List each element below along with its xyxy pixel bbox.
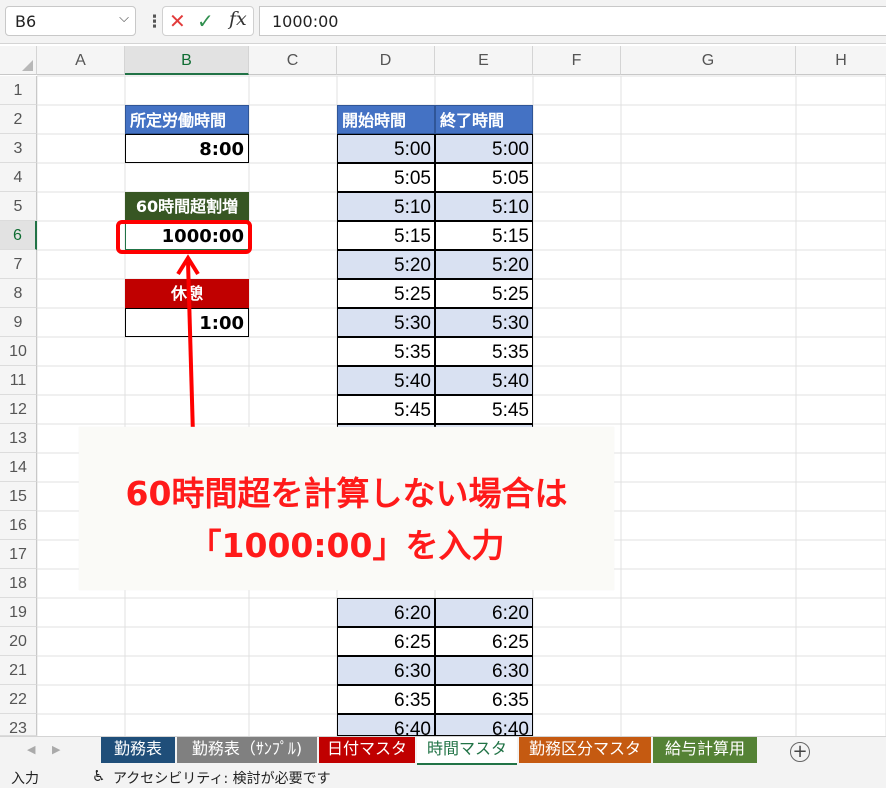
- row-header-18[interactable]: 18: [0, 569, 37, 598]
- row-header-21[interactable]: 21: [0, 656, 37, 685]
- row-header-2[interactable]: 2: [0, 105, 37, 134]
- sheet-tab-bar: ◀ ▶ 勤務表 勤務表（ｻﾝﾌﾟﾙ) 日付マスタ 時間マスタ 勤務区分マスタ 給…: [0, 736, 886, 766]
- row-header-19[interactable]: 19: [0, 598, 37, 627]
- row-header-6[interactable]: 6: [0, 221, 37, 250]
- callout-line1: 60時間超を計算しない場合は: [125, 474, 568, 513]
- row-header-11[interactable]: 11: [0, 366, 37, 395]
- row-header-4[interactable]: 4: [0, 163, 37, 192]
- start-time-cell[interactable]: 5:35: [337, 337, 435, 366]
- cell-b5[interactable]: 60時間超割増: [125, 192, 249, 221]
- status-bar: 入力 ♿︎ アクセシビリティ: 検討が必要です: [0, 766, 886, 788]
- start-time-cell[interactable]: 5:15: [337, 221, 435, 250]
- row-header-20[interactable]: 20: [0, 627, 37, 656]
- row-header-15[interactable]: 15: [0, 482, 37, 511]
- next-sheet-icon[interactable]: ▶: [52, 743, 60, 756]
- sheet-tab-kinmu-sample[interactable]: 勤務表（ｻﾝﾌﾟﾙ): [177, 737, 317, 763]
- end-time-cell[interactable]: 5:00: [435, 134, 533, 163]
- row-header-16[interactable]: 16: [0, 511, 37, 540]
- row-header-8[interactable]: 8: [0, 279, 37, 308]
- start-time-cell[interactable]: 6:40: [337, 714, 435, 736]
- sheet-tab-kinmu[interactable]: 勤務表: [101, 737, 175, 763]
- end-time-cell[interactable]: 5:35: [435, 337, 533, 366]
- row-header-7[interactable]: 7: [0, 250, 37, 279]
- end-time-cell[interactable]: 5:10: [435, 192, 533, 221]
- callout-box: 60時間超を計算しない場合は 「1000:00」を入力: [79, 427, 614, 590]
- row-header-5[interactable]: 5: [0, 192, 37, 221]
- end-time-cell[interactable]: 6:30: [435, 656, 533, 685]
- row-header-10[interactable]: 10: [0, 337, 37, 366]
- sheet-tab-work-type-master[interactable]: 勤務区分マスタ: [519, 737, 651, 763]
- end-time-cell[interactable]: 5:05: [435, 163, 533, 192]
- sheet-tab-date-master[interactable]: 日付マスタ: [319, 737, 415, 763]
- start-time-cell[interactable]: 5:10: [337, 192, 435, 221]
- row-header-1[interactable]: 1: [0, 76, 37, 105]
- highlight-box: [116, 220, 252, 254]
- start-time-cell[interactable]: 5:05: [337, 163, 435, 192]
- end-time-cell[interactable]: 6:35: [435, 685, 533, 714]
- cell-b3[interactable]: 8:00: [125, 134, 249, 163]
- start-time-cell[interactable]: 5:30: [337, 308, 435, 337]
- start-time-cell[interactable]: 5:00: [337, 134, 435, 163]
- end-time-cell[interactable]: 5:25: [435, 279, 533, 308]
- row-header-9[interactable]: 9: [0, 308, 37, 337]
- start-time-cell[interactable]: 5:25: [337, 279, 435, 308]
- cell-d2[interactable]: 開始時間: [337, 105, 435, 134]
- start-time-cell[interactable]: 6:25: [337, 627, 435, 656]
- end-time-cell[interactable]: 6:20: [435, 598, 533, 627]
- sheet-tab-payroll[interactable]: 給与計算用: [653, 737, 757, 763]
- start-time-cell[interactable]: 6:30: [337, 656, 435, 685]
- status-mode: 入力: [11, 771, 39, 787]
- end-time-cell[interactable]: 6:25: [435, 627, 533, 656]
- add-sheet-button[interactable]: +: [790, 742, 810, 762]
- prev-sheet-icon[interactable]: ◀: [27, 743, 35, 756]
- row-header-13[interactable]: 13: [0, 424, 37, 453]
- end-time-cell[interactable]: 6:40: [435, 714, 533, 736]
- cell-e2[interactable]: 終了時間: [435, 105, 533, 134]
- end-time-cell[interactable]: 5:20: [435, 250, 533, 279]
- sheet-tab-time-master[interactable]: 時間マスタ: [417, 737, 517, 765]
- end-time-cell[interactable]: 5:40: [435, 366, 533, 395]
- start-time-cell[interactable]: 6:20: [337, 598, 435, 627]
- cell-b2[interactable]: 所定労働時間: [125, 105, 249, 134]
- accessibility-status[interactable]: アクセシビリティ: 検討が必要です: [113, 768, 331, 788]
- row-header-22[interactable]: 22: [0, 685, 37, 714]
- row-header-3[interactable]: 3: [0, 134, 37, 163]
- accessibility-icon[interactable]: ♿︎: [92, 767, 105, 785]
- row-header-14[interactable]: 14: [0, 453, 37, 482]
- row-header-17[interactable]: 17: [0, 540, 37, 569]
- start-time-cell[interactable]: 5:40: [337, 366, 435, 395]
- start-time-cell[interactable]: 5:20: [337, 250, 435, 279]
- row-header-12[interactable]: 12: [0, 395, 37, 424]
- arrow-icon: [176, 254, 200, 436]
- end-time-cell[interactable]: 5:15: [435, 221, 533, 250]
- row-header-23[interactable]: 23: [0, 714, 37, 737]
- end-time-cell[interactable]: 5:45: [435, 395, 533, 424]
- start-time-cell[interactable]: 6:35: [337, 685, 435, 714]
- callout-line2: 「1000:00」を入力: [188, 526, 505, 565]
- end-time-cell[interactable]: 5:30: [435, 308, 533, 337]
- start-time-cell[interactable]: 5:45: [337, 395, 435, 424]
